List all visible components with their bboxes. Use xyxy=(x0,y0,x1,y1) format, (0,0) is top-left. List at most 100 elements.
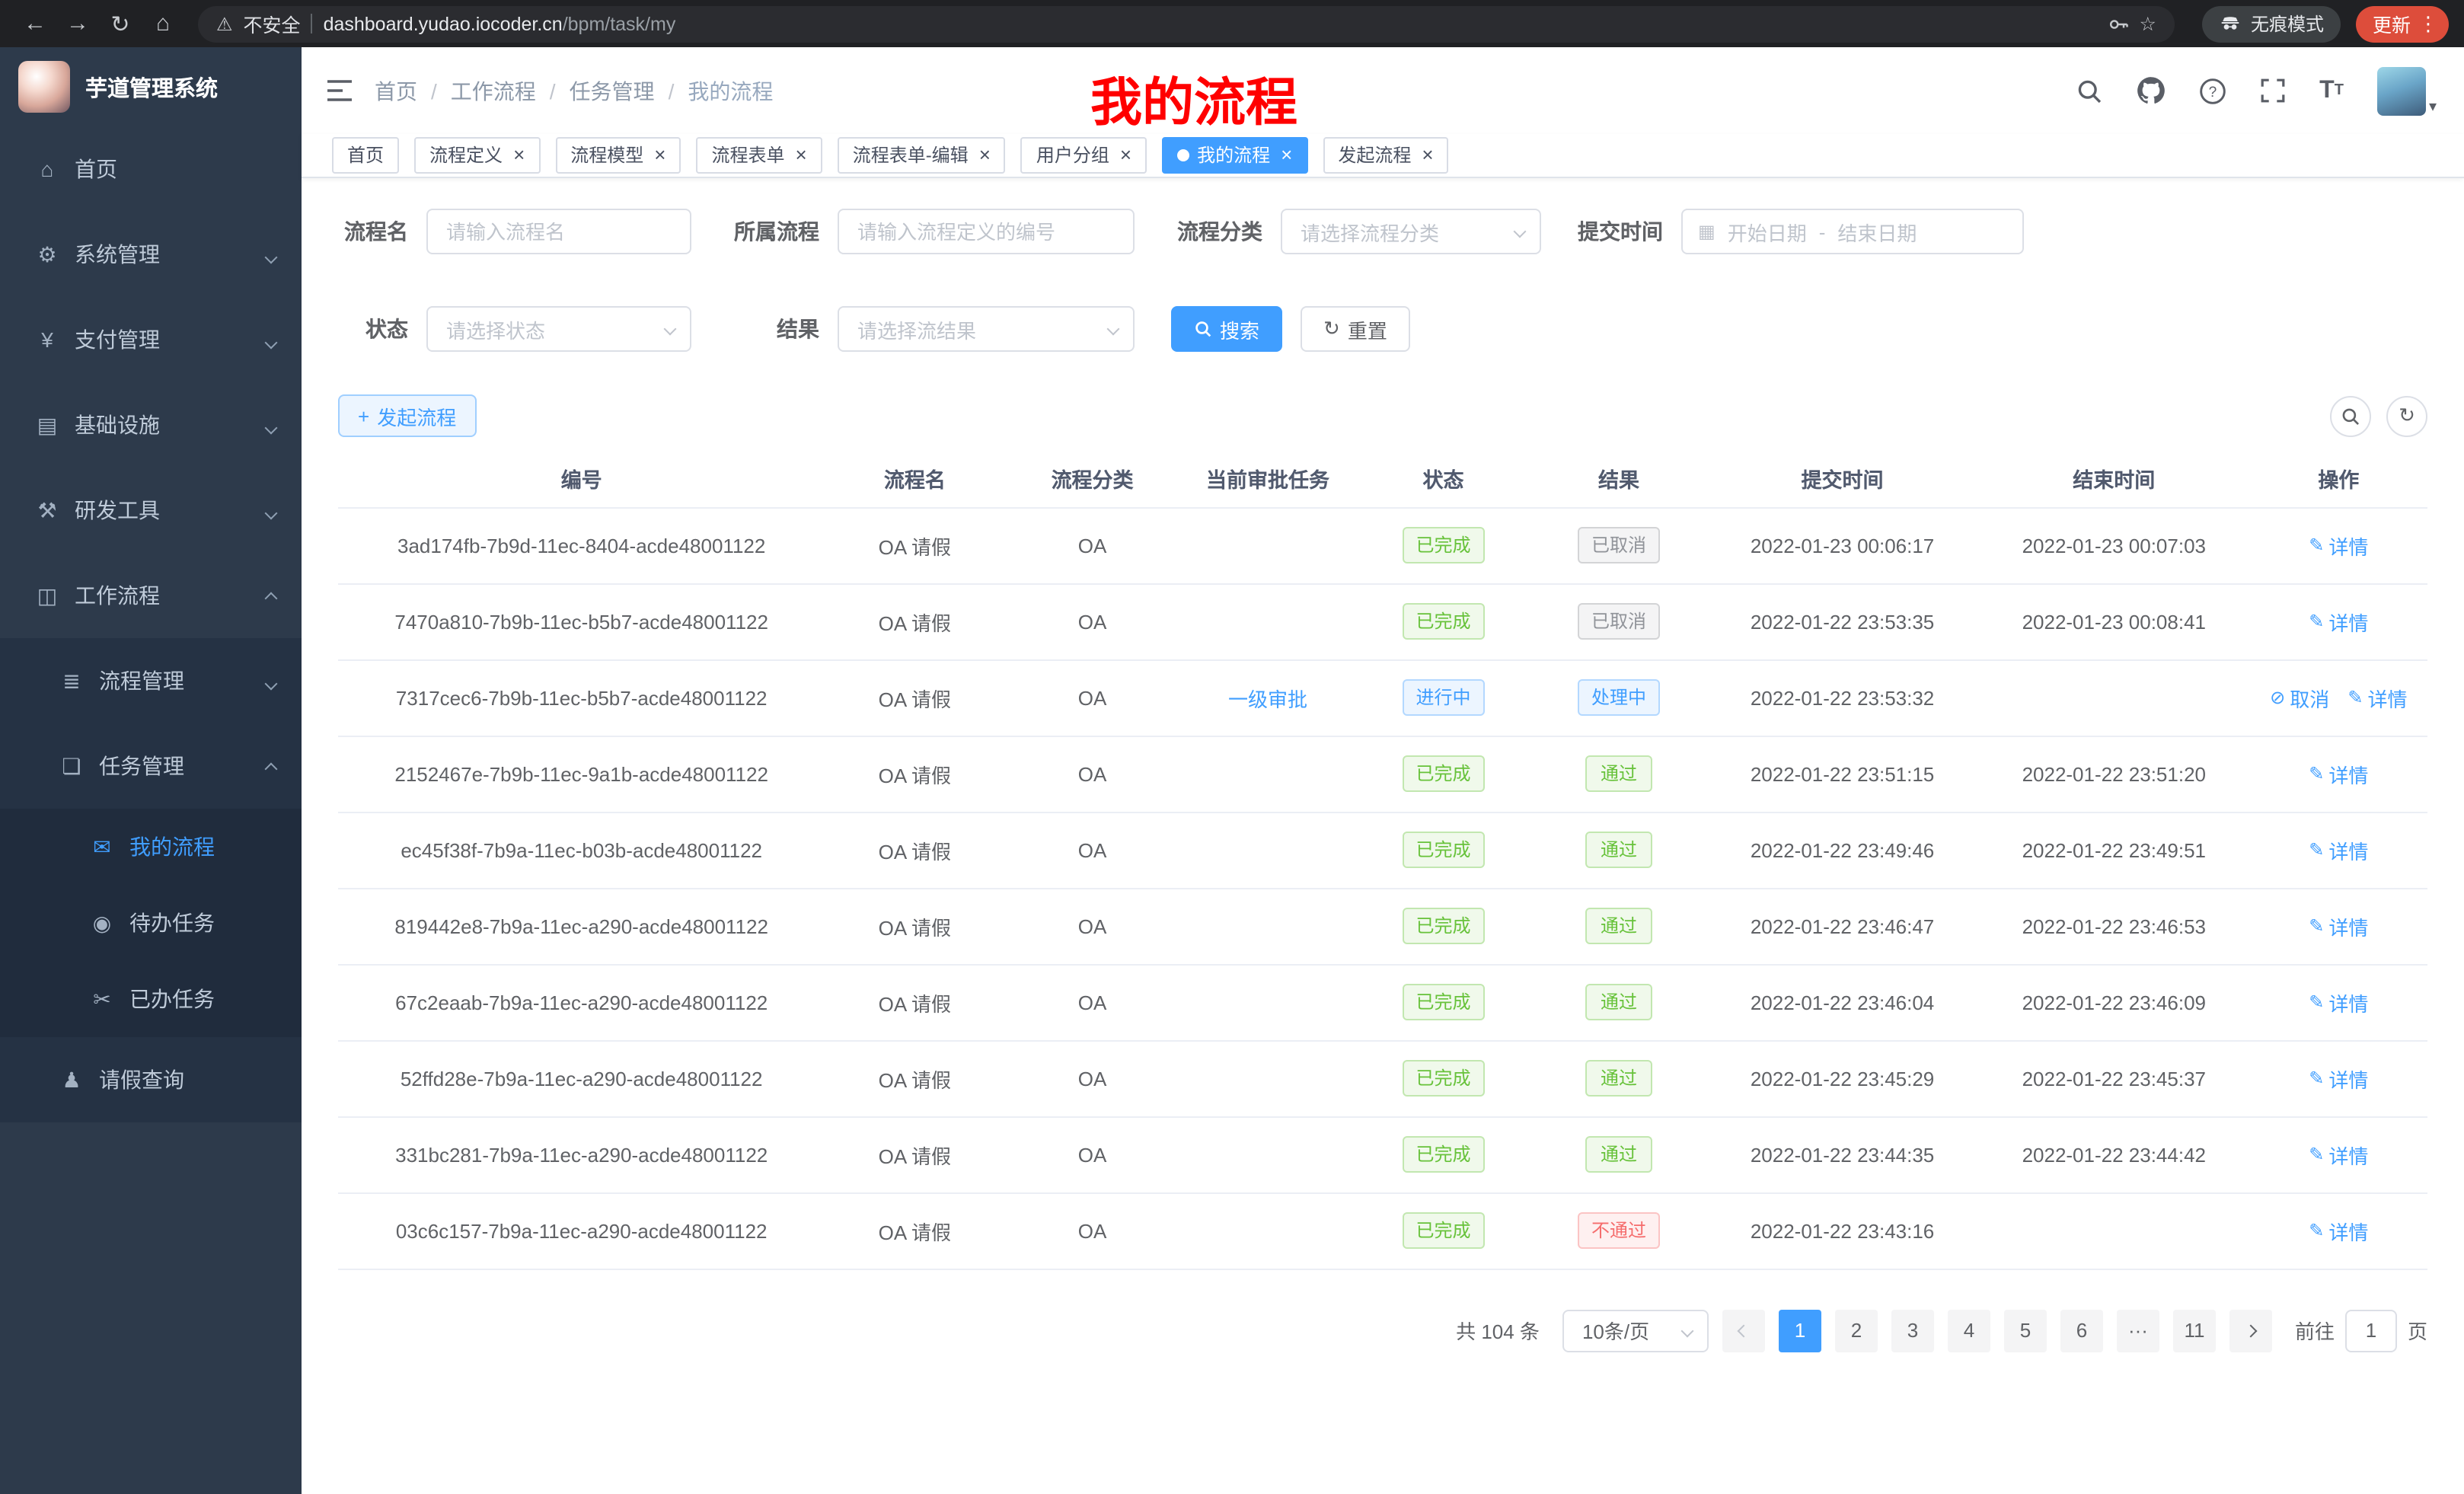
key-icon[interactable] xyxy=(2108,13,2129,34)
fullscreen-icon[interactable] xyxy=(2260,78,2286,104)
sidebar-item[interactable]: ⚒研发工具 xyxy=(0,468,302,553)
chevron-down-icon xyxy=(1680,1324,1693,1337)
url-text[interactable]: dashboard.yudao.iocoder.cn/bpm/task/my xyxy=(324,13,676,34)
breadcrumb-item[interactable]: 首页 xyxy=(375,75,417,106)
reload-icon[interactable]: ↻ xyxy=(101,5,140,42)
search-button[interactable]: 搜索 xyxy=(1171,306,1282,352)
close-icon[interactable]: × xyxy=(513,139,525,172)
detail-link[interactable]: ✎详情 xyxy=(2309,835,2368,864)
detail-link[interactable]: ✎详情 xyxy=(2348,683,2407,712)
update-button[interactable]: 更新 ⋮ xyxy=(2356,5,2449,42)
page-button[interactable]: 5 xyxy=(2004,1309,2047,1352)
devtools-icon: ⚒ xyxy=(34,497,61,523)
page-size-select[interactable]: 10条/页 xyxy=(1562,1309,1709,1352)
kebab-menu-icon[interactable]: ⋮ xyxy=(2418,14,2438,34)
search-icon[interactable] xyxy=(2076,77,2103,104)
column-header: 提交时间 xyxy=(1706,449,1978,507)
tab-item[interactable]: 流程模型× xyxy=(555,137,681,174)
tab-item[interactable]: 流程表单× xyxy=(696,137,822,174)
detail-link[interactable]: ✎详情 xyxy=(2309,1064,2368,1093)
id-cell: ec45f38f-7b9a-11ec-b03b-acde48001122 xyxy=(338,812,825,888)
close-icon[interactable]: × xyxy=(1281,139,1292,172)
sidebar-item-label: 基础设施 xyxy=(75,410,160,440)
sidebar-item[interactable]: ▤基础设施 xyxy=(0,382,302,468)
category-select[interactable]: 请选择流程分类 xyxy=(1281,209,1541,254)
forward-icon[interactable]: → xyxy=(58,5,97,42)
detail-link[interactable]: ✎详情 xyxy=(2309,531,2368,560)
browser-home-icon[interactable]: ⌂ xyxy=(143,5,183,42)
chevron-down-icon xyxy=(664,323,677,336)
tab-item[interactable]: 首页 xyxy=(332,137,399,174)
page-button[interactable]: 2 xyxy=(1835,1309,1878,1352)
sidebar-item[interactable]: ♟请假查询 xyxy=(0,1037,302,1122)
tab-item[interactable]: 流程定义× xyxy=(414,137,540,174)
goto-page-input[interactable] xyxy=(2345,1309,2397,1352)
tab-label: 流程表单-编辑 xyxy=(853,139,969,172)
detail-link[interactable]: ✎详情 xyxy=(2309,1216,2368,1245)
result-select[interactable]: 请选择流结果 xyxy=(838,306,1135,352)
process-name-input[interactable] xyxy=(426,209,691,254)
detail-link[interactable]: ✎详情 xyxy=(2309,1140,2368,1169)
tab-item[interactable]: 流程表单-编辑 × xyxy=(838,137,1006,174)
sidebar-item[interactable]: ◉待办任务 xyxy=(0,885,302,961)
reset-button[interactable]: ↻ 重置 xyxy=(1301,306,1410,352)
close-icon[interactable]: × xyxy=(1120,139,1131,172)
star-icon[interactable]: ☆ xyxy=(2140,12,2156,35)
prev-page-button[interactable] xyxy=(1722,1309,1765,1352)
status-tag: 已完成 xyxy=(1403,527,1485,563)
breadcrumb-item[interactable]: 工作流程 xyxy=(451,75,536,106)
create-process-button[interactable]: + 发起流程 xyxy=(338,394,476,437)
user-menu[interactable]: ▾ xyxy=(2377,66,2437,115)
submit-time-range-picker[interactable]: ▦ 开始日期 - 结束日期 xyxy=(1681,209,2024,254)
more-pages-button[interactable]: ··· xyxy=(2117,1309,2159,1352)
github-icon[interactable] xyxy=(2137,76,2166,105)
page-button[interactable]: 6 xyxy=(2060,1309,2103,1352)
app-logo[interactable]: 芋道管理系统 xyxy=(0,47,302,126)
avatar[interactable] xyxy=(2377,66,2426,115)
help-icon[interactable]: ? xyxy=(2199,77,2226,104)
sidebar-item[interactable]: ⚙系统管理 xyxy=(0,212,302,297)
close-icon[interactable]: × xyxy=(1422,139,1433,172)
chevron-down-icon xyxy=(1107,323,1120,336)
sidebar-item-label: 流程管理 xyxy=(99,666,184,696)
cancel-link[interactable]: ⊘取消 xyxy=(2270,683,2329,712)
page-button[interactable]: 11 xyxy=(2173,1309,2216,1352)
address-bar[interactable]: ⚠ 不安全 dashboard.yudao.iocoder.cn/bpm/tas… xyxy=(198,5,2175,42)
sidebar-item[interactable]: ◫工作流程 xyxy=(0,553,302,638)
hamburger-icon[interactable] xyxy=(326,79,353,102)
page-button[interactable]: 1 xyxy=(1779,1309,1821,1352)
detail-link[interactable]: ✎详情 xyxy=(2309,759,2368,788)
end-time-cell: 2022-01-22 23:49:51 xyxy=(1978,812,2250,888)
task-link[interactable]: 一级审批 xyxy=(1228,688,1307,710)
goto-label: 前往 xyxy=(2295,1316,2335,1345)
refresh-table-button[interactable]: ↻ xyxy=(2386,395,2427,436)
tab-item[interactable]: 我的流程× xyxy=(1162,137,1307,174)
sidebar-item[interactable]: ⌂首页 xyxy=(0,126,302,212)
detail-link[interactable]: ✎详情 xyxy=(2309,607,2368,636)
close-icon[interactable]: × xyxy=(796,139,807,172)
font-size-icon[interactable]: TT xyxy=(2319,78,2344,103)
column-header: 结束时间 xyxy=(1978,449,2250,507)
sidebar-item[interactable]: ≣流程管理 xyxy=(0,638,302,723)
status-select[interactable]: 请选择状态 xyxy=(426,306,691,352)
show-search-button[interactable] xyxy=(2330,395,2371,436)
close-icon[interactable]: × xyxy=(979,139,991,172)
sidebar-item[interactable]: ✂已办任务 xyxy=(0,961,302,1037)
next-page-button[interactable] xyxy=(2229,1309,2272,1352)
sidebar-item[interactable]: ✉我的流程 xyxy=(0,809,302,885)
edit-icon: ✎ xyxy=(2348,687,2363,708)
page-button[interactable]: 4 xyxy=(1948,1309,1990,1352)
detail-link[interactable]: ✎详情 xyxy=(2309,911,2368,940)
tab-item[interactable]: 用户分组× xyxy=(1021,137,1147,174)
parent-process-input[interactable] xyxy=(838,209,1135,254)
detail-link[interactable]: ✎详情 xyxy=(2309,988,2368,1017)
security-label[interactable]: 不安全 xyxy=(244,9,301,38)
breadcrumb-item[interactable]: 任务管理 xyxy=(570,75,655,106)
close-icon[interactable]: × xyxy=(654,139,665,172)
tab-item[interactable]: 发起流程× xyxy=(1323,137,1448,174)
back-icon[interactable]: ← xyxy=(15,5,55,42)
svg-text:?: ? xyxy=(2209,84,2217,100)
sidebar-item[interactable]: ❏任务管理 xyxy=(0,723,302,809)
sidebar-item[interactable]: ¥支付管理 xyxy=(0,297,302,382)
page-button[interactable]: 3 xyxy=(1891,1309,1934,1352)
